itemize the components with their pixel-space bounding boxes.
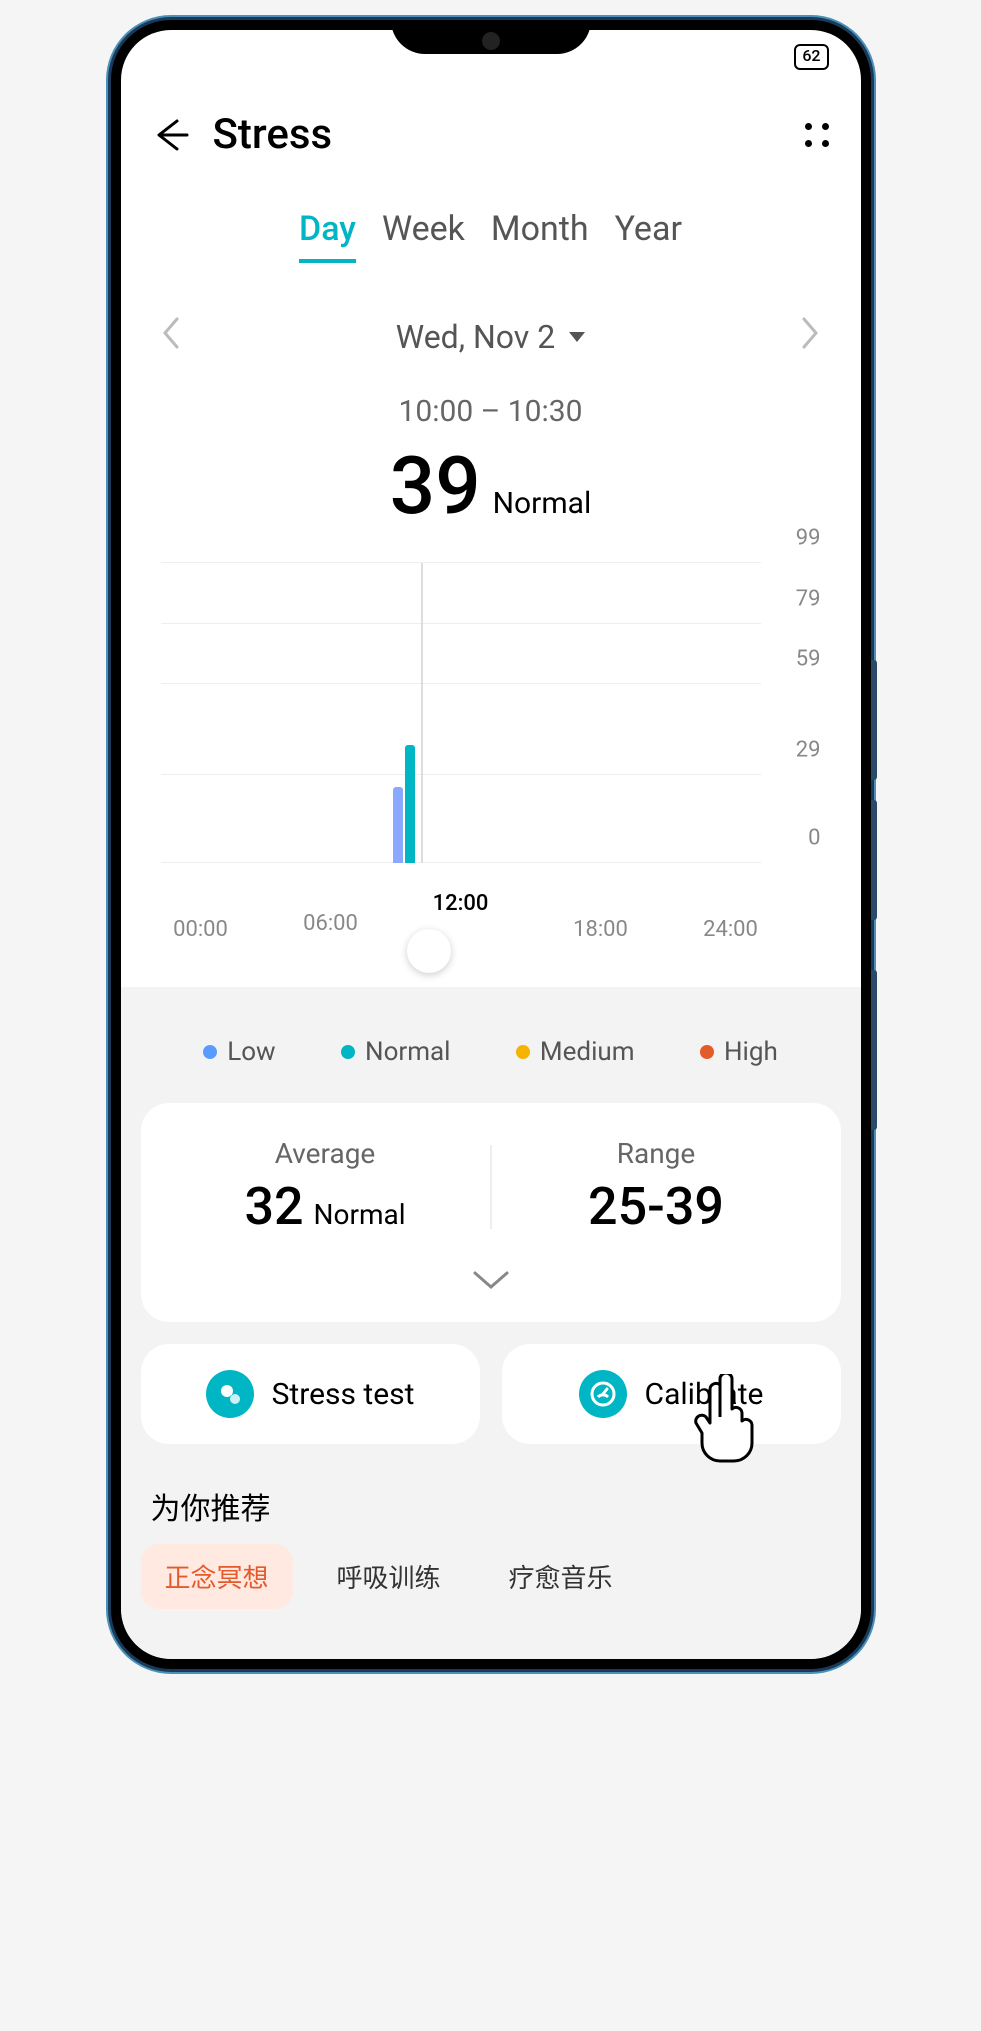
selection-line — [421, 563, 423, 863]
stats-card: Average 32 Normal Range 25-39 — [141, 1103, 841, 1322]
dot-icon — [341, 1045, 355, 1059]
rec-tab-music[interactable]: 疗愈音乐 — [485, 1544, 637, 1609]
volume-up-button[interactable] — [871, 660, 877, 780]
date-nav: Wed, Nov 2 — [121, 273, 861, 376]
time-range-label: 10:00 – 10:30 — [121, 376, 861, 429]
x-tick-selected: 12:00 — [433, 891, 489, 916]
chart-bar — [405, 745, 415, 863]
rec-tab-breath[interactable]: 呼吸训练 — [313, 1544, 465, 1609]
tab-month[interactable]: Month — [491, 209, 589, 263]
date-selector[interactable]: Wed, Nov 2 — [396, 318, 585, 356]
caret-down-icon — [569, 332, 585, 342]
legend-normal: Normal — [341, 1037, 450, 1067]
phone-frame: 62 Stress Day Week Month Year Wed, Nov 2 — [111, 20, 871, 1669]
back-icon[interactable] — [149, 113, 193, 157]
calibrate-button[interactable]: Calibrate — [502, 1344, 841, 1444]
tab-day[interactable]: Day — [299, 209, 356, 263]
lower-section: Low Normal Medium High Aver — [121, 987, 861, 1659]
more-icon[interactable] — [801, 119, 833, 151]
stress-chart[interactable]: 99 79 59 29 0 — [161, 563, 821, 863]
action-row: Stress test Calibrate — [141, 1344, 841, 1444]
dot-icon — [700, 1045, 714, 1059]
phone-notch — [391, 20, 591, 54]
pointer-hand-icon — [692, 1374, 762, 1464]
reading-value: 39 — [390, 439, 481, 533]
rec-tab-mindful[interactable]: 正念冥想 — [141, 1544, 293, 1609]
next-date-icon[interactable] — [790, 307, 830, 366]
screen: 62 Stress Day Week Month Year Wed, Nov 2 — [121, 30, 861, 1659]
calibrate-icon — [579, 1370, 627, 1418]
tab-year[interactable]: Year — [615, 209, 682, 263]
y-tick: 59 — [796, 647, 821, 672]
y-tick: 99 — [796, 526, 821, 551]
y-tick: 29 — [796, 738, 821, 763]
prev-date-icon[interactable] — [151, 307, 191, 366]
period-tabs: Day Week Month Year — [121, 189, 861, 273]
volume-down-button[interactable] — [871, 800, 877, 920]
x-tick: 24:00 — [703, 917, 758, 942]
date-label: Wed, Nov 2 — [396, 318, 555, 356]
x-axis: 12:00 00:00 06:00 18:00 24:00 — [161, 917, 821, 957]
legend-high: High — [700, 1037, 778, 1067]
y-tick: 0 — [808, 826, 820, 851]
reading-status: Normal — [493, 486, 592, 521]
scrub-handle[interactable] — [407, 929, 451, 973]
app-header: Stress — [121, 70, 861, 189]
x-tick: 18:00 — [573, 917, 628, 942]
legend: Low Normal Medium High — [141, 1037, 841, 1103]
tab-week[interactable]: Week — [382, 209, 465, 263]
stress-test-icon — [206, 1370, 254, 1418]
power-button[interactable] — [871, 970, 877, 1130]
legend-medium: Medium — [516, 1037, 635, 1067]
stress-test-button[interactable]: Stress test — [141, 1344, 480, 1444]
y-tick: 79 — [796, 586, 821, 611]
x-tick: 00:00 — [173, 917, 228, 942]
recommend-tabs: 正念冥想 呼吸训练 疗愈音乐 — [141, 1544, 841, 1619]
page-title: Stress — [213, 110, 333, 159]
expand-icon[interactable] — [161, 1237, 821, 1298]
dot-icon — [516, 1045, 530, 1059]
stat-average: Average 32 Normal — [161, 1137, 490, 1237]
stat-range: Range 25-39 — [492, 1137, 821, 1237]
legend-low: Low — [203, 1037, 275, 1067]
chart-bar — [393, 787, 403, 863]
x-tick: 06:00 — [303, 911, 358, 936]
current-reading: 39 Normal — [121, 429, 861, 533]
battery-indicator: 62 — [794, 44, 828, 70]
dot-icon — [203, 1045, 217, 1059]
